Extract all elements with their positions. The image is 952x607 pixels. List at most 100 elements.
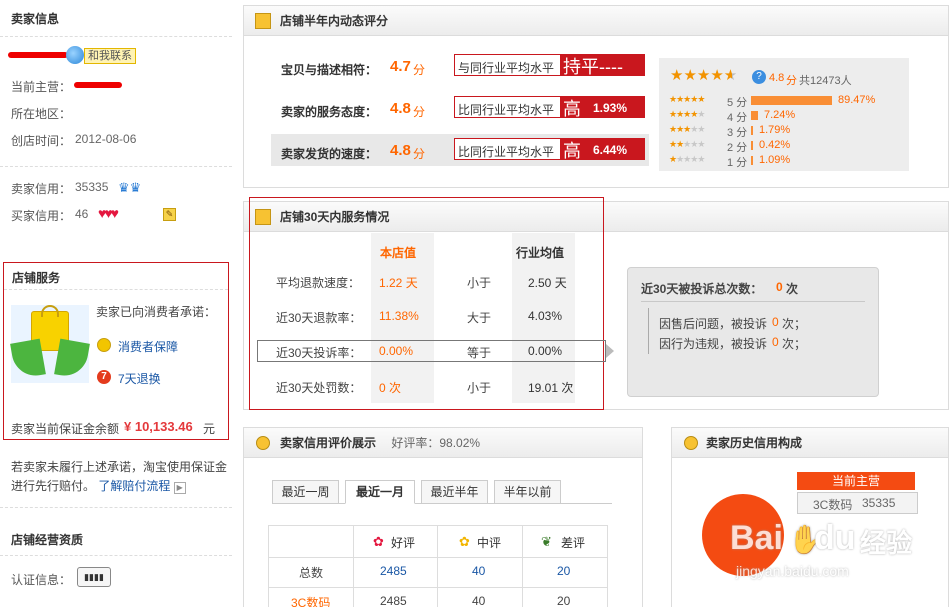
rating-row-label: 卖家发货的速度：: [281, 147, 378, 161]
dist-stars: ★★★★★: [669, 139, 705, 149]
current-business-tag: 当前主营: [797, 472, 915, 490]
deposit-unit: 元: [203, 422, 216, 436]
dist-bar: [751, 126, 753, 135]
dist-stars: ★★★★★: [669, 154, 705, 164]
crown-icon[interactable]: ♛♛: [118, 180, 141, 196]
history-credit-header: 卖家历史信用构成: [672, 428, 948, 458]
rating-result-big: 高: [563, 141, 581, 161]
tab-3[interactable]: 半年以前: [494, 480, 561, 504]
divider: [607, 526, 608, 607]
divider: [0, 507, 232, 508]
rating-result-text: 1.93%: [593, 101, 628, 115]
complaint-title: 近30天被投诉总次数：: [641, 282, 763, 296]
rating-result-text: 持平----: [563, 57, 623, 77]
rating-result-big: 高: [563, 99, 581, 119]
guarantee-icon: [97, 338, 111, 352]
history-category: 3C数码: [813, 498, 853, 512]
row-category-good: 2485: [380, 594, 407, 607]
divider: [353, 526, 354, 607]
claims-process-link[interactable]: 了解赔付流程: [98, 479, 170, 493]
rating-compare-text: 比同行业平均水平: [458, 103, 555, 117]
complaint-after-sale-label: 因售后问题，被投诉: [659, 317, 768, 331]
col-mid: 中评: [477, 536, 502, 550]
seven-day-return-link[interactable]: 7天退换: [118, 370, 161, 387]
good-review-icon: ✿: [373, 534, 384, 549]
summary-unit: 分: [786, 75, 797, 87]
dist-bar: [751, 111, 758, 120]
divider: [4, 289, 228, 290]
cert-label: 认证信息：: [11, 573, 72, 587]
promise-text: 卖家已向消费者承诺：: [96, 305, 217, 319]
buyer-credit-label: 买家信用：: [11, 209, 72, 223]
divider: [0, 166, 232, 167]
created-value: 2012-08-06: [75, 132, 137, 146]
col-good: 好评: [391, 536, 416, 550]
wangwang-icon[interactable]: [66, 46, 84, 64]
arrow-right-icon[interactable]: ▶: [173, 482, 186, 494]
complaint-after-sale-unit: 次；: [782, 317, 807, 331]
watermark-url: jingyan.baidu.com: [736, 563, 849, 579]
good-rate-label: 好评率：: [391, 436, 440, 450]
row-total-good[interactable]: 2485: [380, 564, 407, 578]
dist-percent: 89.47%: [838, 94, 876, 106]
tab-1[interactable]: 最近一月: [345, 480, 415, 504]
complaint-rate-highlight: [257, 340, 606, 362]
deposit-label: 卖家当前保证金余额: [11, 422, 120, 436]
complaint-box: 近30天被投诉总次数： 0 次 因售后问题，被投诉 0 次； 因行为违规，被投诉…: [627, 267, 879, 397]
edit-icon[interactable]: ✎: [163, 208, 176, 221]
mid-review-icon: ✿: [459, 534, 470, 549]
divider: [522, 526, 523, 607]
col-bad: 差评: [561, 536, 586, 550]
heart-icon[interactable]: ♥♥♥: [98, 205, 119, 221]
user-icon: [256, 436, 270, 450]
credit-display-panel: 卖家信用评价展示 好评率：98.02% 最近一周 最近一月 最近半年 半年以前 ✿ 好…: [243, 427, 643, 607]
complaint-violation-unit: 次；: [782, 337, 807, 351]
history-credit-title: 卖家历史信用构成: [706, 436, 803, 450]
dist-stars: ★★★★★: [669, 94, 705, 104]
main-business-redacted: [74, 82, 122, 88]
tab-2[interactable]: 最近半年: [421, 480, 488, 504]
row-total-mid[interactable]: 40: [472, 564, 485, 578]
summary-total: 共12473人: [799, 75, 852, 87]
summary-stars: ★★★★★: [670, 67, 738, 84]
divider: [0, 36, 232, 37]
divider: [269, 557, 607, 558]
divider: [269, 587, 607, 588]
divider: [0, 555, 232, 556]
credit-table: ✿ 好评 ✿ 中评 ❦ 差评 总数 2485 40 20 3C数码 2485 4…: [268, 525, 608, 607]
dynamic-rating-header: 店铺半年内动态评分: [244, 6, 948, 36]
consumer-guarantee-link[interactable]: 消费者保障: [118, 338, 178, 355]
credit-display-header: 卖家信用评价展示 好评率：98.02%: [244, 428, 642, 458]
rating-result-text: 6.44%: [593, 143, 628, 157]
dist-percent: 1.09%: [759, 154, 791, 166]
complaint-unit: 次: [786, 282, 799, 296]
complaint-rate-arrow: [606, 344, 614, 358]
location-label: 所在地区：: [11, 107, 72, 121]
divider: [641, 301, 865, 302]
watermark-brand2: du: [814, 519, 856, 557]
rating-row-score: 4.8: [390, 142, 411, 159]
row-total-bad[interactable]: 20: [557, 564, 570, 578]
dist-stars: ★★★★★: [669, 124, 705, 134]
dist-bar: [751, 141, 753, 150]
row-category-bad: 20: [557, 594, 571, 607]
seller-credit-label: 卖家信用：: [11, 182, 72, 196]
deposit-note: 若卖家未履行上述承诺，淘宝使用保证金进行先行赔付。 了解赔付流程 ▶: [11, 458, 229, 496]
rating-row-score: 4.8: [390, 100, 411, 117]
history-value: 35335: [862, 496, 896, 510]
summary-score: 4.8: [769, 72, 785, 84]
dynamic-rating-title: 店铺半年内动态评分: [280, 14, 389, 28]
rating-row-unit: 分: [413, 105, 426, 119]
dist-label: 3 分: [727, 127, 748, 139]
summary-question-icon[interactable]: ?: [752, 70, 766, 84]
deposit-amount: ¥ 10,133.46: [124, 419, 193, 434]
dist-percent: 1.79%: [759, 124, 791, 136]
tab-0[interactable]: 最近一周: [272, 480, 339, 504]
contact-button[interactable]: 和我联系: [84, 48, 136, 64]
divider: [648, 308, 649, 354]
rating-row-label: 卖家的服务态度：: [281, 105, 378, 119]
store-service-title: 店铺服务: [12, 271, 61, 285]
created-label: 创店时间：: [11, 134, 72, 148]
seller-info-panel: 卖家信息 和我联系 当前主营： 所在地区： 创店时间： 2012-08-06 卖…: [0, 0, 232, 607]
certificate-icon[interactable]: ▮▮▮▮: [77, 567, 111, 587]
